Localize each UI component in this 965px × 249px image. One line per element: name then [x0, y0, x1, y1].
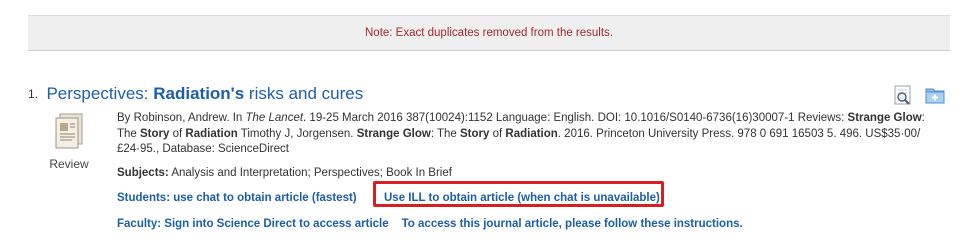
notice-text: Note: Exact duplicates removed from the …	[365, 27, 613, 39]
citation-part: . 19-25 March 2016 387(10024):1152 Langu…	[303, 112, 848, 124]
format-label: Review	[49, 157, 89, 171]
citation-part: By Robinson, Andrew. In	[117, 112, 246, 124]
magnifier-preview-icon[interactable]	[892, 84, 914, 106]
record-title-line: 1. Perspectives: Radiation's risks and c…	[28, 84, 363, 104]
citation-part: of	[169, 127, 186, 140]
results-page: Note: Exact duplicates removed from the …	[0, 0, 965, 249]
duplicates-notice: Note: Exact duplicates removed from the …	[28, 15, 950, 51]
links-row-2: Faculty: Sign into Science Direct to acc…	[117, 218, 743, 230]
search-highlight: Radiation	[505, 127, 558, 140]
review-document-icon	[55, 113, 83, 149]
journal-name: The Lancet	[245, 112, 304, 124]
title-highlight: Radiation's	[153, 84, 245, 103]
search-highlight: Strange Glow	[847, 112, 922, 124]
add-to-folder-icon[interactable]	[924, 84, 946, 106]
ill-link[interactable]: Use ILL to obtain article (when chat is …	[384, 192, 660, 204]
students-chat-link[interactable]: Students: use chat to obtain article (fa…	[117, 192, 357, 204]
subjects-value: Analysis and Interpretation; Perspective…	[168, 166, 452, 179]
format-indicator: Review	[46, 111, 92, 171]
search-highlight: Radiation	[185, 127, 238, 140]
record-title-link[interactable]: Perspectives: Radiation's risks and cure…	[46, 84, 363, 103]
links-row-1: Students: use chat to obtain article (fa…	[117, 192, 357, 204]
title-part: Perspectives:	[46, 84, 154, 103]
citation-part: Timothy J, Jorgensen.	[237, 127, 357, 140]
access-instructions-link[interactable]: To access this journal article, please f…	[402, 218, 743, 230]
title-part: risks and cures	[244, 84, 364, 103]
citation-part: : The	[430, 127, 461, 140]
record-tools	[892, 84, 946, 106]
record-details: By Robinson, Andrew. In The Lancet. 19-2…	[117, 111, 947, 181]
faculty-science-direct-link[interactable]: Faculty: Sign into Science Direct to acc…	[117, 218, 389, 230]
search-highlight: Story	[460, 127, 490, 140]
search-highlight: Story	[140, 127, 170, 140]
subjects-line: Subjects: Analysis and Interpretation; P…	[117, 166, 947, 182]
record-number: 1.	[28, 87, 39, 101]
citation-text: By Robinson, Andrew. In The Lancet. 19-2…	[117, 111, 947, 158]
subjects-label: Subjects:	[117, 166, 169, 179]
citation-part: of	[489, 127, 506, 140]
search-highlight: Strange Glow	[356, 127, 431, 140]
